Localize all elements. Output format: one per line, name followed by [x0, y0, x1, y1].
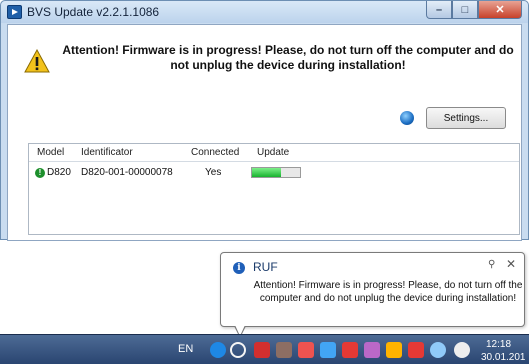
column-header-identificator[interactable]: Identificator	[81, 147, 133, 158]
window-controls: – □ ✕	[426, 1, 522, 19]
table-header: Model Identificator Connected Update	[29, 144, 519, 162]
notification-message: Attention! Firmware is in progress! Plea…	[253, 280, 523, 304]
table-row[interactable]: ! D820 D820-001-00000078 Yes	[29, 164, 519, 182]
pdf-icon[interactable]	[254, 342, 270, 358]
app-icon	[7, 5, 22, 19]
device-table: Model Identificator Connected Update ! D…	[28, 143, 520, 235]
network-icon[interactable]	[430, 342, 446, 358]
device-status-icon: !	[35, 168, 45, 178]
language-indicator[interactable]: EN	[178, 343, 193, 355]
notification-title: RUF	[253, 260, 278, 274]
window-title: BVS Update v2.2.1.1086	[27, 5, 160, 19]
bvs-update-window: BVS Update v2.2.1.1086 – □ ✕ Attention! …	[0, 0, 529, 241]
clock-time[interactable]: 12:18	[486, 339, 511, 350]
device-model: D820	[47, 167, 71, 178]
taskbar: EN 12:18 30.01.201	[0, 334, 529, 364]
update-progress-fill	[252, 168, 281, 177]
chat-icon[interactable]	[364, 342, 380, 358]
minimize-button[interactable]: –	[426, 1, 452, 19]
skype-icon[interactable]	[210, 342, 226, 358]
device-connected: Yes	[205, 167, 222, 178]
maximize-button[interactable]: □	[452, 1, 478, 19]
app-icon[interactable]	[276, 342, 292, 358]
title-bar[interactable]: BVS Update v2.2.1.1086 – □ ✕	[1, 1, 528, 23]
shield-icon[interactable]	[386, 342, 402, 358]
column-header-update[interactable]: Update	[257, 147, 289, 158]
notification-options-icon[interactable]: ⚲	[488, 259, 495, 270]
device-identificator: D820-001-00000078	[81, 167, 173, 178]
close-button[interactable]: ✕	[478, 1, 522, 19]
settings-globe-icon	[400, 111, 414, 125]
warning-icon	[24, 49, 50, 73]
update-icon[interactable]	[230, 342, 246, 358]
notification-balloon[interactable]: i RUF ⚲ ✕ Attention! Firmware is in prog…	[220, 252, 525, 327]
volume-icon[interactable]	[454, 342, 470, 358]
column-header-connected[interactable]: Connected	[191, 147, 239, 158]
arrow-icon[interactable]	[342, 342, 358, 358]
notification-close-icon[interactable]: ✕	[506, 257, 516, 271]
attention-message: Attention! Firmware is in progress! Plea…	[62, 43, 514, 72]
clock-date[interactable]: 30.01.201	[481, 352, 526, 363]
column-header-model[interactable]: Model	[37, 147, 64, 158]
settings-button[interactable]: Settings...	[426, 107, 506, 129]
update-progress-bar	[251, 167, 301, 178]
flag-icon[interactable]	[408, 342, 424, 358]
window-content: Attention! Firmware is in progress! Plea…	[7, 24, 522, 241]
grid-icon[interactable]	[320, 342, 336, 358]
network-tool-icon[interactable]	[298, 342, 314, 358]
info-icon: i	[233, 262, 245, 274]
